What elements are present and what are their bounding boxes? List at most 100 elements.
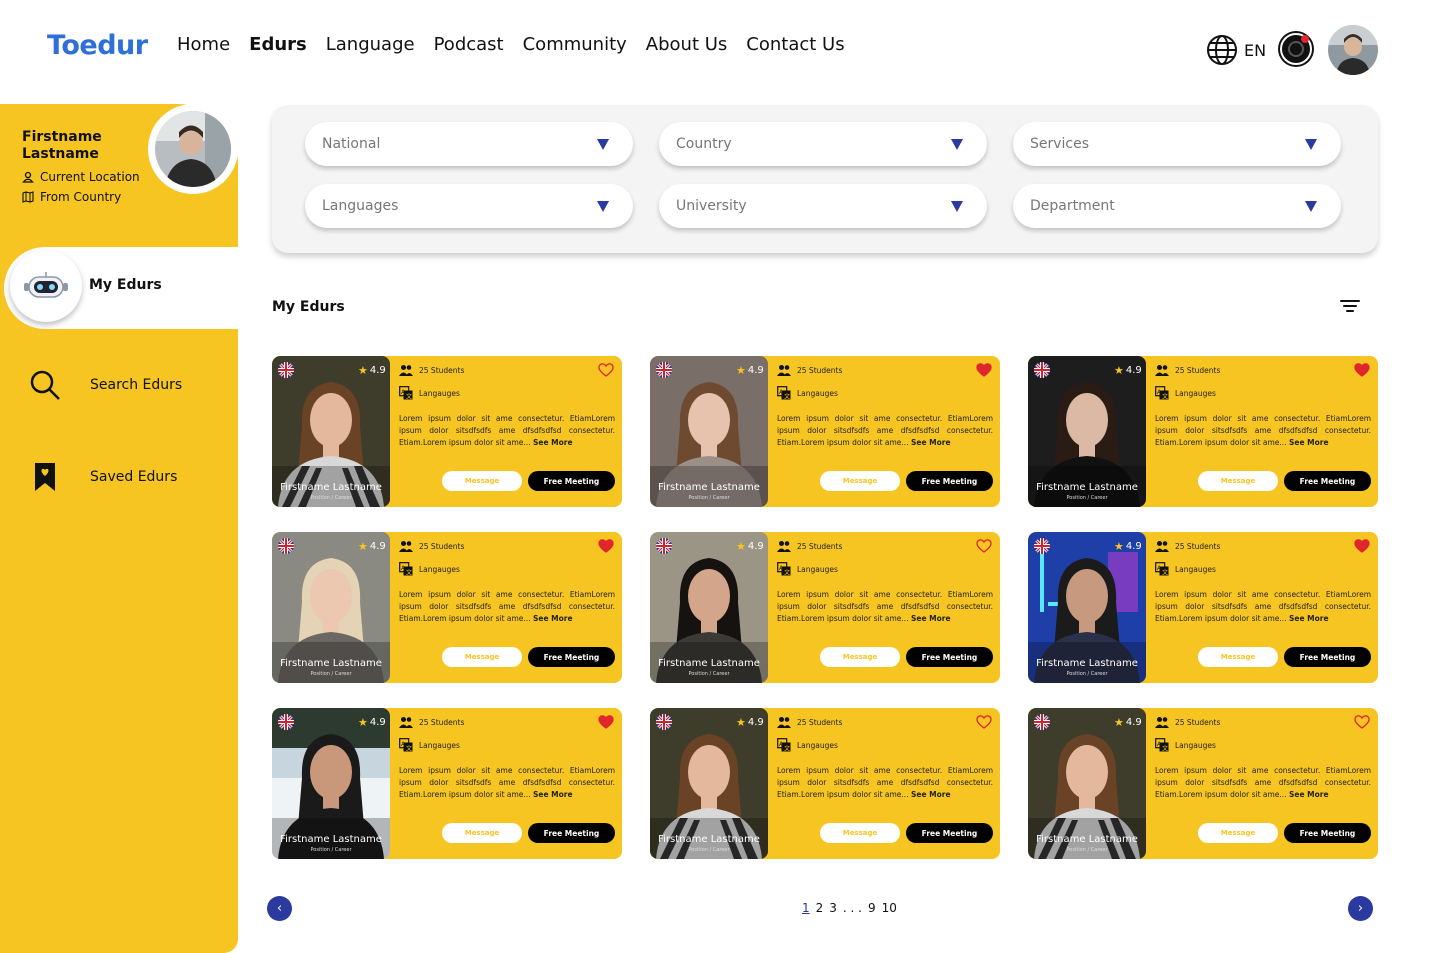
free-meeting-button[interactable]: Free Meeting — [906, 823, 993, 843]
free-meeting-button[interactable]: Free Meeting — [1284, 823, 1371, 843]
nav-contact-us[interactable]: Contact Us — [746, 34, 844, 55]
user-avatar[interactable] — [1328, 25, 1378, 75]
edur-description: Lorem ipsum dolor sit ame consectetur. E… — [1155, 590, 1371, 623]
heart-icon[interactable] — [1354, 539, 1370, 553]
see-more-link[interactable]: See More — [533, 438, 573, 447]
see-more-link[interactable]: See More — [1289, 438, 1329, 447]
country-select[interactable]: Country — [659, 122, 987, 166]
nav-community[interactable]: Community — [523, 34, 627, 55]
svg-text:文: 文 — [784, 392, 790, 400]
see-more-link[interactable]: See More — [911, 438, 951, 447]
page-link[interactable]: 3 — [829, 901, 837, 915]
heart-icon[interactable] — [598, 539, 614, 553]
logo[interactable]: Toedur — [47, 30, 148, 61]
filter-panel: National Country Services Languages Univ… — [272, 105, 1378, 253]
free-meeting-button[interactable]: Free Meeting — [528, 647, 615, 667]
section-title: My Edurs — [272, 299, 345, 315]
heart-icon[interactable] — [598, 715, 614, 729]
next-page-button[interactable]: › — [1348, 896, 1373, 921]
department-select[interactable]: Department — [1013, 184, 1341, 228]
edur-position: Position / Career — [1066, 847, 1108, 853]
sort-filter-icon[interactable] — [1340, 300, 1360, 314]
see-more-link[interactable]: See More — [911, 790, 951, 799]
page-link[interactable]: 10 — [882, 901, 897, 915]
free-meeting-button[interactable]: Free Meeting — [528, 823, 615, 843]
edur-card[interactable]: ★ 4.9 Firstname Lastname Position / Care… — [650, 532, 1000, 683]
heart-icon[interactable] — [598, 363, 614, 377]
edur-photo: ★ 4.9 Firstname Lastname Position / Care… — [650, 708, 768, 859]
page-current[interactable]: 1 — [802, 901, 810, 915]
edur-card[interactable]: ★ 4.9 Firstname Lastname Position / Care… — [272, 708, 622, 859]
edur-name: Firstname Lastname — [280, 482, 382, 493]
free-meeting-button[interactable]: Free Meeting — [1284, 647, 1371, 667]
services-select[interactable]: Services — [1013, 122, 1341, 166]
nav-edurs[interactable]: Edurs — [249, 34, 307, 55]
nav-podcast[interactable]: Podcast — [434, 34, 504, 55]
edur-card[interactable]: ★ 4.9 Firstname Lastname Position / Care… — [650, 708, 1000, 859]
heart-icon[interactable] — [1354, 715, 1370, 729]
edur-card[interactable]: ★ 4.9 Firstname Lastname Position / Care… — [272, 356, 622, 507]
heart-icon[interactable] — [1354, 363, 1370, 377]
sidebar-item-search-edurs[interactable]: Search Edurs — [0, 365, 238, 405]
notification-button[interactable] — [1280, 33, 1312, 65]
uk-flag-icon — [278, 714, 294, 730]
edur-card[interactable]: ★ 4.9 Firstname Lastname Position / Care… — [1028, 532, 1378, 683]
message-button[interactable]: Message — [1198, 823, 1278, 843]
message-button[interactable]: Message — [820, 823, 900, 843]
students-count: 25 Students — [1155, 540, 1220, 552]
free-meeting-button[interactable]: Free Meeting — [1284, 471, 1371, 491]
star-icon: ★ — [1114, 716, 1124, 729]
see-more-link[interactable]: See More — [533, 790, 573, 799]
message-button[interactable]: Message — [442, 471, 522, 491]
see-more-link[interactable]: See More — [1289, 614, 1329, 623]
users-icon — [399, 365, 413, 376]
notification-icon — [1288, 41, 1304, 57]
sidebar-item-saved-edurs[interactable]: Saved Edurs — [0, 457, 238, 497]
languages-select[interactable]: Languages — [305, 184, 633, 228]
profile-avatar[interactable] — [148, 104, 238, 194]
translate-icon: A文 — [399, 738, 413, 752]
page-link[interactable]: 2 — [816, 901, 824, 915]
see-more-link[interactable]: See More — [533, 614, 573, 623]
sidebar-item-my-edurs[interactable]: My Edurs — [4, 247, 238, 329]
edur-photo: ★ 4.9 Firstname Lastname Position / Care… — [1028, 356, 1146, 507]
university-select[interactable]: University — [659, 184, 987, 228]
see-more-link[interactable]: See More — [1289, 790, 1329, 799]
free-meeting-button[interactable]: Free Meeting — [906, 471, 993, 491]
nav-home[interactable]: Home — [177, 34, 230, 55]
users-icon — [1155, 717, 1169, 728]
star-icon: ★ — [736, 364, 746, 377]
bookmark-heart-icon — [35, 463, 55, 491]
svg-text:文: 文 — [1162, 568, 1168, 576]
national-select[interactable]: National — [305, 122, 633, 166]
message-button[interactable]: Message — [442, 647, 522, 667]
message-button[interactable]: Message — [820, 471, 900, 491]
see-more-link[interactable]: See More — [911, 614, 951, 623]
edur-description: Lorem ipsum dolor sit ame consectetur. E… — [399, 766, 615, 799]
dropdown-triangle-icon — [597, 201, 609, 212]
message-button[interactable]: Message — [820, 647, 900, 667]
languages-info: A文 Langauges — [777, 738, 838, 752]
prev-page-button[interactable]: ‹ — [267, 896, 292, 921]
language-switcher[interactable]: EN — [1206, 34, 1266, 66]
nav-about-us[interactable]: About Us — [646, 34, 728, 55]
nav-language[interactable]: Language — [326, 34, 415, 55]
message-button[interactable]: Message — [1198, 647, 1278, 667]
edur-card[interactable]: ★ 4.9 Firstname Lastname Position / Care… — [1028, 708, 1378, 859]
language-code: EN — [1244, 40, 1267, 60]
heart-icon[interactable] — [976, 715, 992, 729]
heart-icon[interactable] — [976, 363, 992, 377]
edur-card[interactable]: ★ 4.9 Firstname Lastname Position / Care… — [650, 356, 1000, 507]
edur-card[interactable]: ★ 4.9 Firstname Lastname Position / Care… — [1028, 356, 1378, 507]
edur-description: Lorem ipsum dolor sit ame consectetur. E… — [777, 766, 993, 799]
edur-card[interactable]: ★ 4.9 Firstname Lastname Position / Care… — [272, 532, 622, 683]
message-button[interactable]: Message — [1198, 471, 1278, 491]
page-link[interactable]: 9 — [868, 901, 876, 915]
free-meeting-button[interactable]: Free Meeting — [528, 471, 615, 491]
svg-text:文: 文 — [784, 744, 790, 752]
heart-icon[interactable] — [976, 539, 992, 553]
svg-text:文: 文 — [1162, 744, 1168, 752]
rating-value: 4.9 — [369, 365, 386, 376]
message-button[interactable]: Message — [442, 823, 522, 843]
free-meeting-button[interactable]: Free Meeting — [906, 647, 993, 667]
